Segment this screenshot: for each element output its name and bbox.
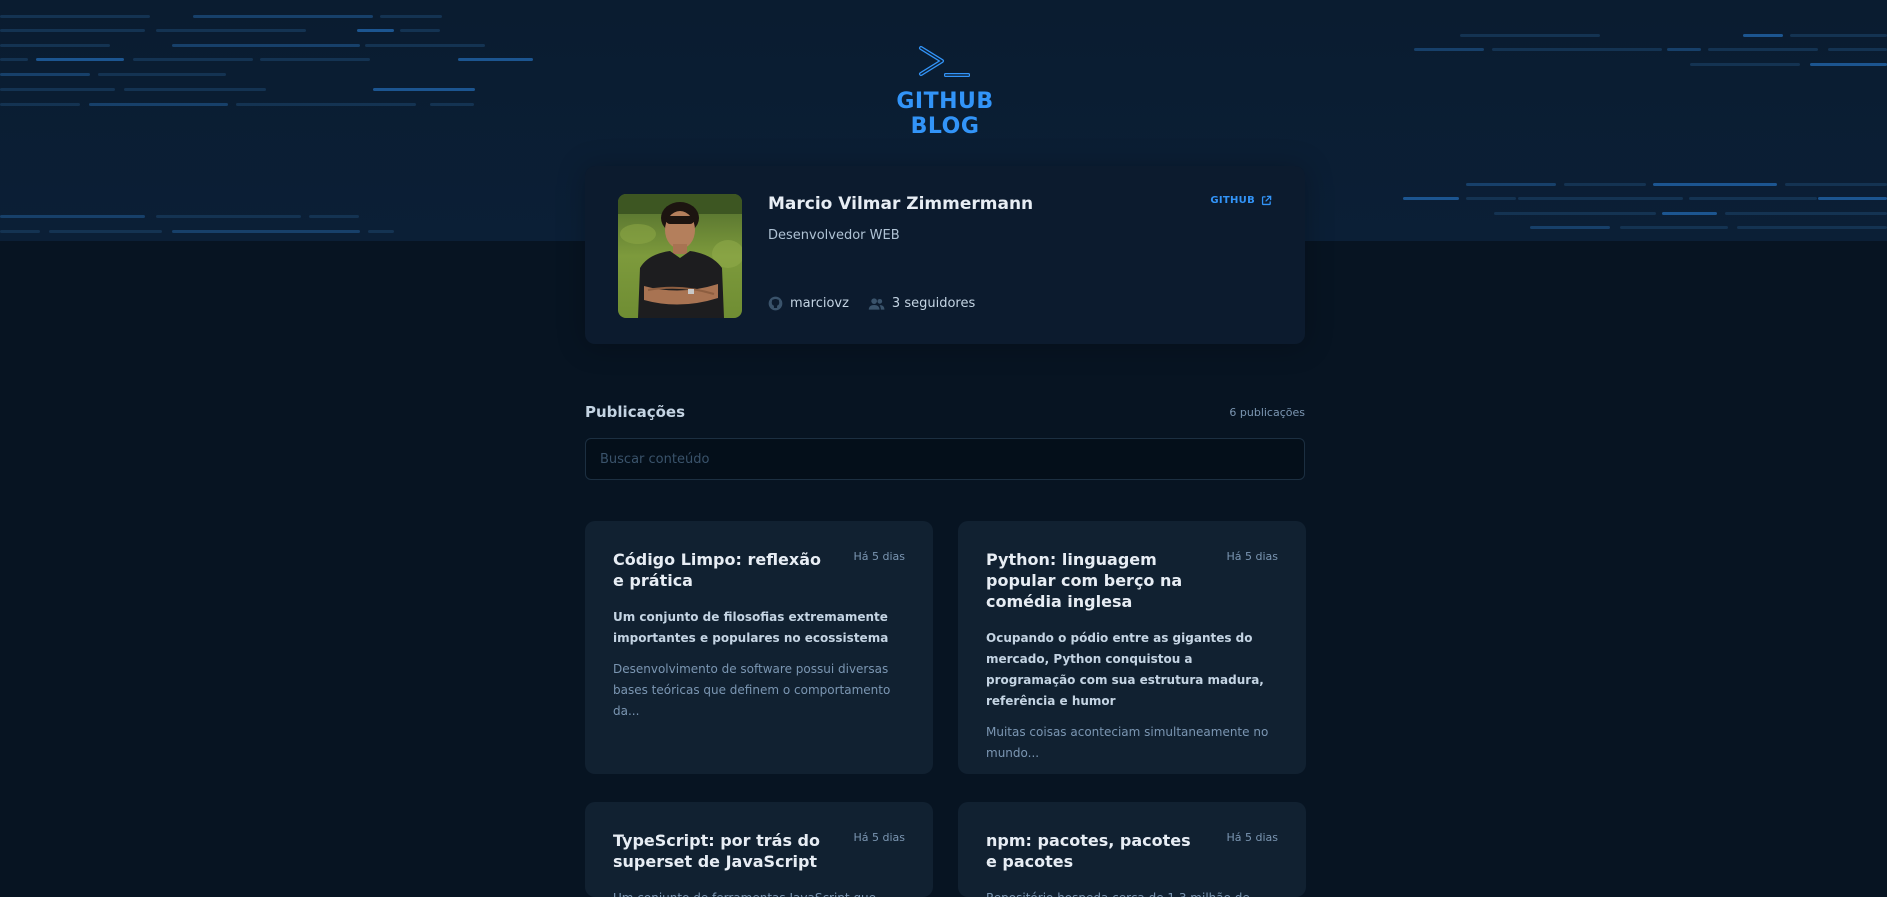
post-subtitle: Repositório hospeda cerca de 1,3 milhão …	[986, 888, 1278, 897]
profile-bio: Desenvolvedor WEB	[768, 228, 900, 243]
post-card[interactable]: npm: pacotes, pacotes e pacotes Há 5 dia…	[958, 802, 1306, 897]
github-link[interactable]: GITHUB	[1210, 195, 1272, 206]
post-date: Há 5 dias	[1226, 831, 1278, 844]
post-excerpt: Desenvolvimento de software possui diver…	[613, 662, 891, 718]
post-title: Código Limpo: reflexão e prática	[613, 550, 822, 590]
post-subtitle: Um conjunto de ferramentas JavaScript qu…	[613, 888, 905, 897]
publications-count: 6 publicações	[1229, 405, 1305, 419]
site-title: GITHUB BLOG	[896, 89, 994, 139]
post-title: TypeScript: por trás do superset de Java…	[613, 831, 820, 871]
post-date: Há 5 dias	[1226, 550, 1278, 563]
post-card[interactable]: TypeScript: por trás do superset de Java…	[585, 802, 933, 897]
profile-card: Marcio Vilmar Zimmermann Desenvolvedor W…	[585, 166, 1305, 344]
followers-count: 3 seguidores	[891, 296, 976, 311]
post-date: Há 5 dias	[853, 831, 905, 844]
followers-item: 3 seguidores	[868, 296, 975, 311]
post-title: Python: linguagem popular com berço na c…	[986, 550, 1183, 611]
post-excerpt: Muitas coisas aconteciam simultaneamente…	[986, 725, 1269, 760]
publications-header: Publicações 6 publicações	[585, 403, 1305, 421]
search-input[interactable]	[585, 438, 1305, 480]
username-item: marciovz	[768, 296, 849, 311]
profile-name: Marcio Vilmar Zimmermann	[768, 194, 1034, 214]
github-link-label: GITHUB	[1210, 195, 1255, 206]
post-card[interactable]: Python: linguagem popular com berço na c…	[958, 521, 1306, 774]
username: marciovz	[790, 296, 849, 311]
logo: GITHUB BLOG	[861, 45, 1029, 139]
external-link-icon	[1261, 195, 1272, 206]
post-subtitle: Um conjunto de filosofias extremamente i…	[613, 610, 889, 645]
publications-title: Publicações	[585, 403, 686, 421]
post-title: npm: pacotes, pacotes e pacotes	[986, 831, 1191, 871]
profile-meta: marciovz 3 seguidores	[768, 296, 975, 311]
terminal-prompt-icon	[919, 46, 970, 77]
users-icon	[868, 297, 885, 310]
post-card[interactable]: Código Limpo: reflexão e prática Há 5 di…	[585, 521, 933, 774]
github-icon	[768, 296, 783, 311]
post-date: Há 5 dias	[853, 550, 905, 563]
post-subtitle: Ocupando o pódio entre as gigantes do me…	[986, 631, 1264, 708]
avatar	[618, 194, 742, 318]
